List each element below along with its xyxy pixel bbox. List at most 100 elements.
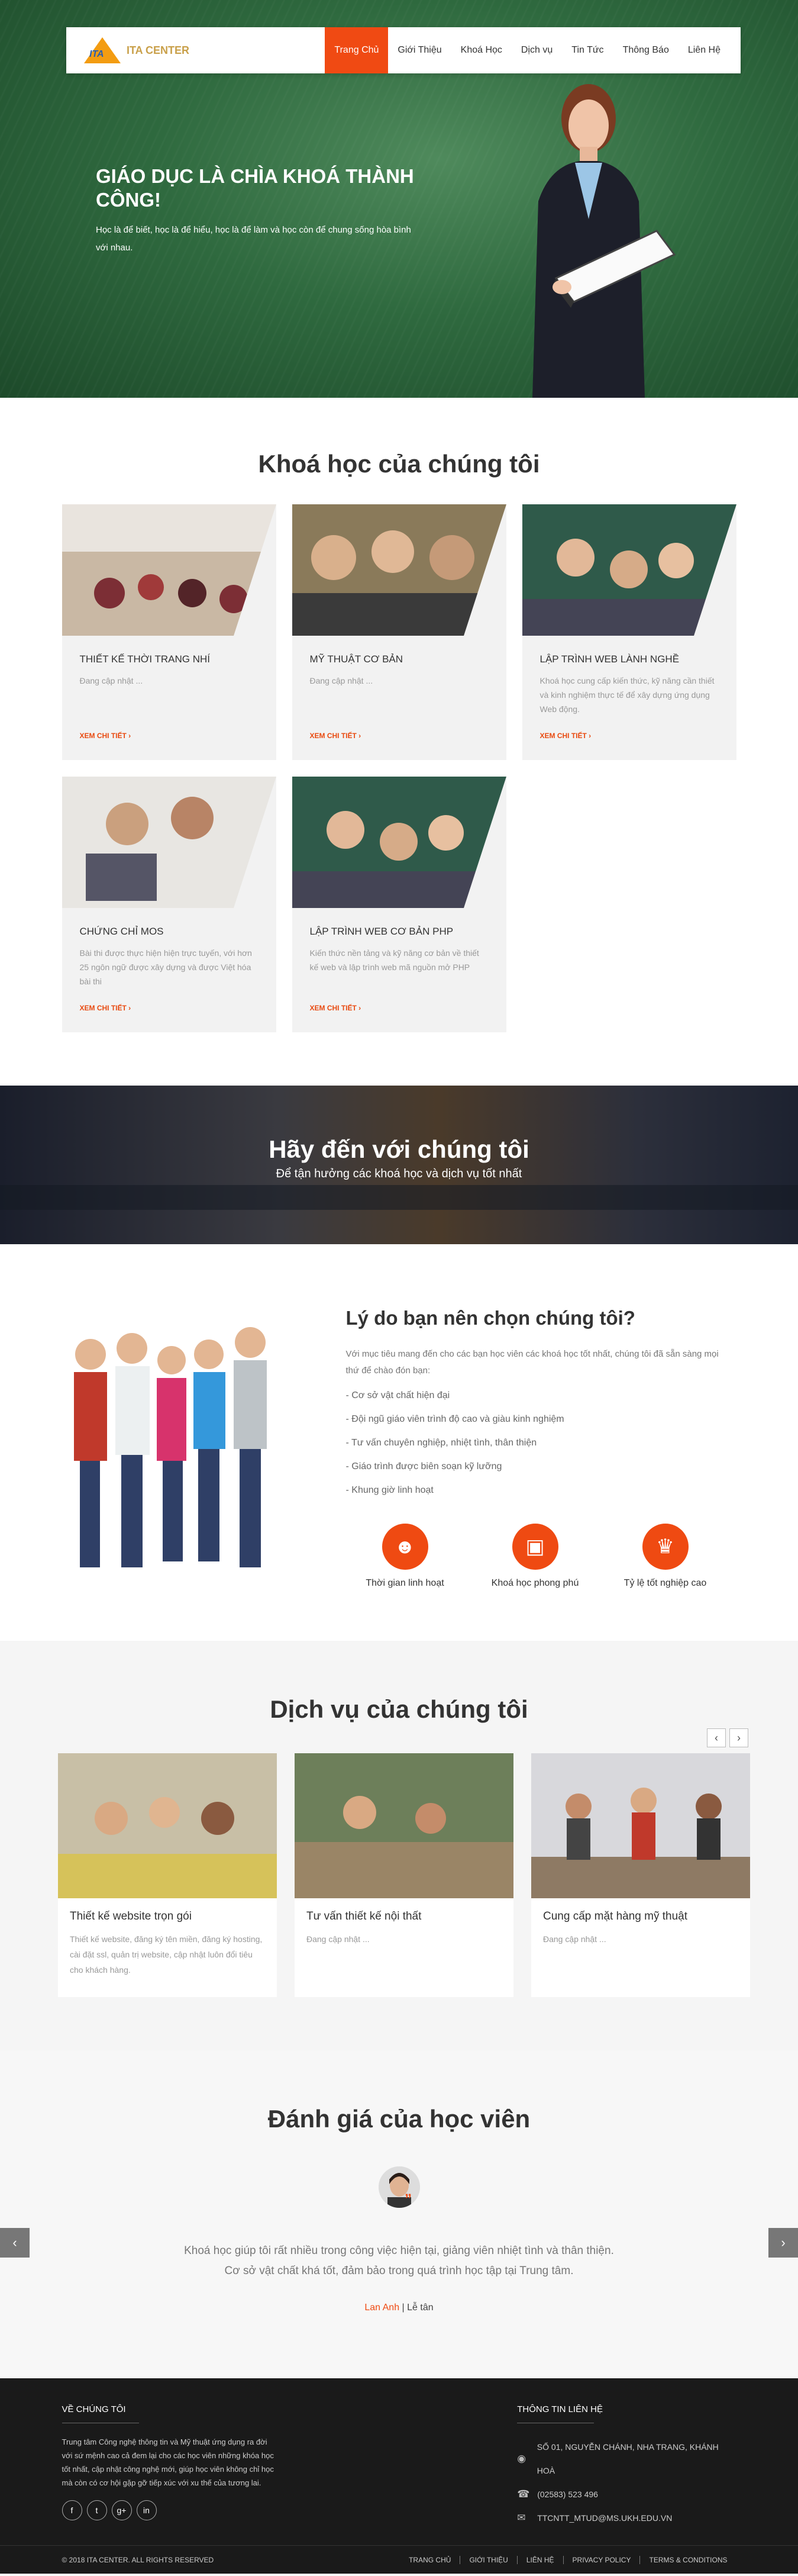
footer-link-terms[interactable]: TERMS & CONDITIONS: [639, 2555, 736, 2564]
menu-item-contact[interactable]: Liên Hệ: [679, 27, 730, 73]
cta-banner: Hãy đến với chúng tôi Để tận hưởng các k…: [0, 1086, 798, 1244]
hero-section: ITA ITA CENTER Trang Chủ Giới Thiệu Khoá…: [0, 0, 798, 398]
main-menu: Trang Chủ Giới Thiệu Khoá Học Dịch vụ Ti…: [325, 27, 730, 73]
contact-email[interactable]: ✉ TTCNTT_MTUD@MS.UKH.EDU.VN: [517, 2506, 736, 2530]
logo-icon: ITA: [84, 37, 121, 63]
course-card[interactable]: LẬP TRÌNH WEB LÀNH NGHỀ Khoá học cung cấ…: [522, 504, 736, 760]
twitter-icon[interactable]: t: [86, 2500, 107, 2520]
testimonial-section: Đánh giá của học viên ” Khoá học giúp tô…: [0, 2050, 798, 2378]
footer-link-contact[interactable]: LIÊN HỆ: [516, 2555, 563, 2564]
course-more-link[interactable]: XEM CHI TIẾT ›: [310, 732, 361, 740]
google-plus-icon[interactable]: g+: [111, 2500, 132, 2520]
footer-link-home[interactable]: TRANG CHỦ: [400, 2556, 460, 2564]
why-list: - Cơ sở vật chất hiện đại - Đội ngũ giáo…: [346, 1384, 725, 1502]
banner-subtitle: Để tận hưởng các khoá học và dịch vụ tốt…: [276, 1167, 522, 1180]
mail-icon: ✉: [517, 2512, 526, 2523]
clock-person-icon: ☻: [382, 1524, 428, 1570]
courses-section: Khoá học của chúng tôi THIẾT KẾ THỜI TRA…: [0, 398, 798, 1086]
course-more-link[interactable]: XEM CHI TIẾT ›: [310, 1004, 361, 1012]
footer-contact: THÔNG TIN LIÊN HỆ ◉ SỐ 01, NGUYỄN CHÁNH, …: [517, 2404, 736, 2530]
course-title: MỸ THUẬT CƠ BẢN: [309, 653, 403, 665]
banner-title: Hãy đến với chúng tôi: [269, 1135, 529, 1163]
contact-phone[interactable]: ☎ (02583) 523 496: [517, 2482, 736, 2506]
teacher-photo: [532, 84, 676, 398]
feature-row: ☻ Thời gian linh hoạt ▣ Khoá học phong phú…: [346, 1524, 725, 1589]
social-links: f t g+ in: [62, 2500, 518, 2520]
course-thumbnail: [62, 777, 276, 908]
why-intro: Với mục tiêu mang đến cho các bạn học vi…: [345, 1349, 719, 1376]
course-card[interactable]: LẬP TRÌNH WEB CƠ BẢN PHP Kiến thức nền t…: [292, 777, 506, 1032]
copyright-bar: © 2018 ITA CENTER. ALL RIGHTS RESERVED T…: [0, 2545, 798, 2574]
phone-icon: ☎: [517, 2488, 530, 2500]
footer: VỀ CHÚNG TÔI Trung tâm Công nghệ thông t…: [0, 2378, 798, 2574]
why-section: Lý do bạn nên chọn chúng tôi? Với mục ti…: [0, 1244, 798, 1641]
service-desc: Đang cập nhật ...: [306, 1934, 370, 1944]
menu-item-services[interactable]: Dịch vụ: [512, 27, 562, 73]
course-more-link[interactable]: XEM CHI TIẾT ›: [80, 1004, 131, 1012]
services-title: Dịch vụ của chúng tôi: [270, 1695, 528, 1723]
footer-about: VỀ CHÚNG TÔI Trung tâm Công nghệ thông t…: [62, 2404, 518, 2530]
courses-title: Khoá học của chúng tôi: [258, 450, 540, 478]
course-desc: Bài thi được thực hiện hiện trực tuyến, …: [79, 948, 252, 986]
feature-rich-courses: ▣ Khoá học phong phú: [476, 1524, 595, 1589]
service-card[interactable]: Tư vấn thiết kế nội thất Đang cập nhật .…: [295, 1753, 513, 1997]
hero-subtitle: Học là để biết, học là để hiểu, học là đ…: [96, 225, 411, 253]
site-logo[interactable]: ITA ITA CENTER: [84, 37, 321, 63]
course-card[interactable]: MỸ THUẬT CƠ BẢN Đang cập nhật ... XEM CH…: [292, 504, 506, 760]
service-image: [58, 1753, 277, 1898]
graduate-icon: ♛: [642, 1524, 689, 1570]
slider-prev-button[interactable]: ‹: [707, 1728, 726, 1747]
quote-icon: ”: [405, 2191, 412, 2207]
presentation-icon: ▣: [512, 1524, 558, 1570]
menu-item-notices[interactable]: Thông Báo: [613, 27, 679, 73]
service-title: Cung cấp mặt hàng mỹ thuật: [543, 1910, 687, 1923]
list-item: - Khung giờ linh hoạt: [345, 1485, 434, 1495]
services-section: Dịch vụ của chúng tôi ‹ › Thiết kế websi…: [0, 1641, 798, 2050]
course-title: LẬP TRÌNH WEB CƠ BẢN PHP: [309, 926, 454, 937]
footer-about-title: VỀ CHÚNG TÔI: [62, 2404, 126, 2414]
logo-text: ITA CENTER: [127, 44, 189, 56]
feature-flexible-time: ☻ Thời gian linh hoạt: [346, 1524, 464, 1589]
menu-item-about[interactable]: Giới Thiệu: [388, 27, 451, 73]
list-item: - Tư vấn chuyên nghiệp, nhiệt tình, thân…: [345, 1438, 537, 1448]
course-more-link[interactable]: XEM CHI TIẾT ›: [80, 732, 131, 740]
course-title: THIẾT KẾ THỜI TRANG NHÍ: [79, 653, 211, 665]
copyright-text: © 2018 ITA CENTER. ALL RIGHTS RESERVED: [62, 2555, 214, 2564]
slider-controls: ‹ ›: [707, 1728, 748, 1747]
linkedin-icon[interactable]: in: [136, 2500, 157, 2520]
course-thumbnail: [522, 504, 736, 636]
course-card[interactable]: THIẾT KẾ THỜI TRANG NHÍ Đang cập nhật ..…: [62, 504, 276, 760]
menu-item-home[interactable]: Trang Chủ: [325, 27, 389, 73]
course-more-link[interactable]: XEM CHI TIẾT ›: [540, 732, 592, 740]
testimonial-author: Lan Anh | Lễ tân: [364, 2303, 434, 2313]
course-title: CHỨNG CHỈ MOS: [79, 926, 164, 937]
course-desc: Đang cập nhật ...: [309, 676, 373, 685]
slider-next-button[interactable]: ›: [729, 1728, 748, 1747]
why-title: Lý do bạn nên chọn chúng tôi?: [345, 1307, 635, 1329]
service-desc: Thiết kế website, đăng ký tên miền, đăng…: [70, 1934, 263, 1975]
course-thumbnail: [292, 504, 506, 636]
footer-link-privacy[interactable]: PRIVACY POLICY: [563, 2555, 640, 2564]
top-navbar: ITA ITA CENTER Trang Chủ Giới Thiệu Khoá…: [66, 27, 741, 73]
avatar: [378, 2166, 420, 2208]
course-thumbnail: [62, 504, 276, 636]
testimonial-prev-button[interactable]: ‹: [0, 2228, 30, 2258]
service-list: Thiết kế website trọn gói Thiết kế websi…: [58, 1753, 798, 1997]
facebook-icon[interactable]: f: [62, 2500, 82, 2520]
testimonial-title: Đánh giá của học viên: [267, 2105, 531, 2133]
menu-item-news[interactable]: Tin Tức: [562, 27, 613, 73]
testimonial-next-button[interactable]: ›: [768, 2228, 798, 2258]
students-photo: [73, 1327, 267, 1567]
course-card[interactable]: CHỨNG CHỈ MOS Bài thi được thực hiện hiệ…: [62, 777, 276, 1032]
footer-link-about[interactable]: GIỚI THIỆU: [460, 2555, 516, 2564]
footer-links: TRANG CHỦ GIỚI THIỆU LIÊN HỆ PRIVACY POL…: [400, 2555, 736, 2564]
service-title: Tư vấn thiết kế nội thất: [306, 1910, 422, 1923]
service-card[interactable]: Thiết kế website trọn gói Thiết kế websi…: [58, 1753, 277, 1997]
menu-item-courses[interactable]: Khoá Học: [451, 27, 512, 73]
service-image: [295, 1753, 513, 1898]
course-thumbnail: [292, 777, 506, 908]
list-item: - Đội ngũ giáo viên trình độ cao và giàu…: [345, 1414, 564, 1424]
course-grid: THIẾT KẾ THỜI TRANG NHÍ Đang cập nhật ..…: [62, 504, 736, 1032]
hero-title: GIÁO DỤC LÀ CHÌA KHOÁ THÀNH CÔNG!: [96, 165, 414, 211]
service-card[interactable]: Cung cấp mặt hàng mỹ thuật Đang cập nhật…: [531, 1753, 750, 1997]
